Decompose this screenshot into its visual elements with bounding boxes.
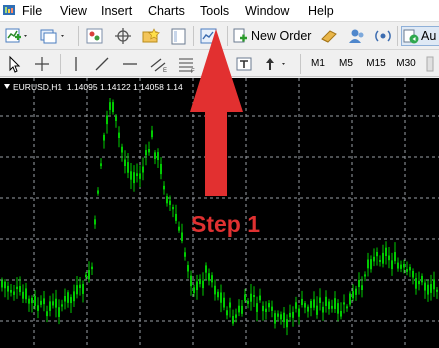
channel-button[interactable]: E xyxy=(148,54,170,74)
cursor-arrow-icon xyxy=(9,55,21,73)
text-tool-icon xyxy=(209,57,221,71)
menu-charts[interactable]: Charts xyxy=(148,3,185,19)
timeframe-m30[interactable]: M30 xyxy=(392,55,420,72)
trendline-icon xyxy=(95,57,109,71)
navigator-button[interactable] xyxy=(168,26,190,46)
separator xyxy=(78,26,79,46)
svg-text:F: F xyxy=(191,69,195,74)
fibonacci-icon: F xyxy=(179,58,195,74)
collapse-triangle-icon[interactable] xyxy=(4,84,10,89)
separator xyxy=(193,26,194,46)
crosshair-icon xyxy=(115,28,131,44)
new-order-button[interactable]: New Order xyxy=(232,26,311,46)
menu-tools[interactable]: Tools xyxy=(200,3,229,19)
svg-text:E: E xyxy=(163,68,167,74)
navigator-icon xyxy=(171,28,186,45)
text-label-button[interactable] xyxy=(234,54,256,74)
market-watch-button[interactable] xyxy=(84,26,106,46)
crosshair-tool-icon xyxy=(35,57,49,71)
menu-file[interactable]: File xyxy=(22,3,42,19)
trendline-button[interactable] xyxy=(92,54,112,74)
chart-high: 1.14122 xyxy=(99,82,131,92)
separator xyxy=(300,54,301,74)
text-button[interactable] xyxy=(206,54,224,74)
crosshair-button[interactable] xyxy=(112,26,134,46)
vertical-line-button[interactable] xyxy=(66,54,86,74)
history-icon xyxy=(200,28,217,44)
equidistant-channel-icon: E xyxy=(150,58,167,74)
timeframe-m15[interactable]: M15 xyxy=(362,55,390,72)
chart-close: 1.14 xyxy=(166,82,183,92)
autotrading-icon xyxy=(403,29,419,44)
separator xyxy=(397,26,398,46)
crosshair-tool-button[interactable] xyxy=(32,54,52,74)
favorites-button[interactable] xyxy=(140,26,162,46)
arrows-dropdown-icon xyxy=(266,58,285,70)
overflow-icon xyxy=(426,56,434,72)
menu-insert[interactable]: Insert xyxy=(101,3,132,19)
signal-icon xyxy=(375,30,391,42)
signals-button[interactable] xyxy=(372,26,394,46)
menu-help[interactable]: Help xyxy=(308,3,334,19)
community-button[interactable] xyxy=(346,26,368,46)
menu-view[interactable]: View xyxy=(60,3,87,19)
horizontal-line-button[interactable] xyxy=(120,54,140,74)
new-order-label: New Order xyxy=(251,29,312,43)
metaeditor-button[interactable] xyxy=(318,26,340,46)
new-chart-icon xyxy=(5,28,27,43)
history-button[interactable] xyxy=(198,26,222,46)
standard-toolbar: New Order Au xyxy=(0,22,439,50)
market-watch-icon xyxy=(86,28,103,44)
star-folder-icon xyxy=(142,28,160,43)
timeframe-m1[interactable]: M1 xyxy=(306,55,330,72)
menu-window[interactable]: Window xyxy=(245,3,289,19)
cursor-button[interactable] xyxy=(4,54,24,74)
new-chart-button[interactable] xyxy=(4,26,30,46)
profiles-button[interactable] xyxy=(38,26,68,46)
new-order-icon xyxy=(233,28,247,43)
fibonacci-button[interactable]: F xyxy=(176,54,198,74)
arrows-button[interactable] xyxy=(263,54,291,74)
metaeditor-icon xyxy=(321,30,337,43)
menu-bar: File View Insert Charts Tools Window Hel… xyxy=(0,0,439,22)
horizontal-line-icon xyxy=(123,63,137,65)
text-label-icon xyxy=(236,57,252,71)
toolbar-overflow-button[interactable] xyxy=(424,54,436,74)
line-studies-toolbar: E F M1 M5 M15 M30 xyxy=(0,50,439,77)
separator xyxy=(227,26,228,46)
app-icon xyxy=(3,5,15,15)
chart-open: 1.14095 xyxy=(66,82,98,92)
chart-header: EURUSD,H1 1.14095 1.14122 1.14058 1.14 xyxy=(4,82,183,92)
profiles-icon xyxy=(40,29,64,44)
autotrading-button[interactable]: Au xyxy=(401,26,439,46)
autotrading-label: Au xyxy=(421,29,437,43)
timeframe-m5[interactable]: M5 xyxy=(334,55,358,72)
vertical-line-icon xyxy=(75,57,77,71)
chart-symbol: EURUSD,H1 xyxy=(13,82,63,92)
separator xyxy=(60,54,61,74)
step-label: Step 1 xyxy=(191,211,261,237)
community-icon xyxy=(349,29,364,43)
chart-low: 1.14058 xyxy=(133,82,164,92)
